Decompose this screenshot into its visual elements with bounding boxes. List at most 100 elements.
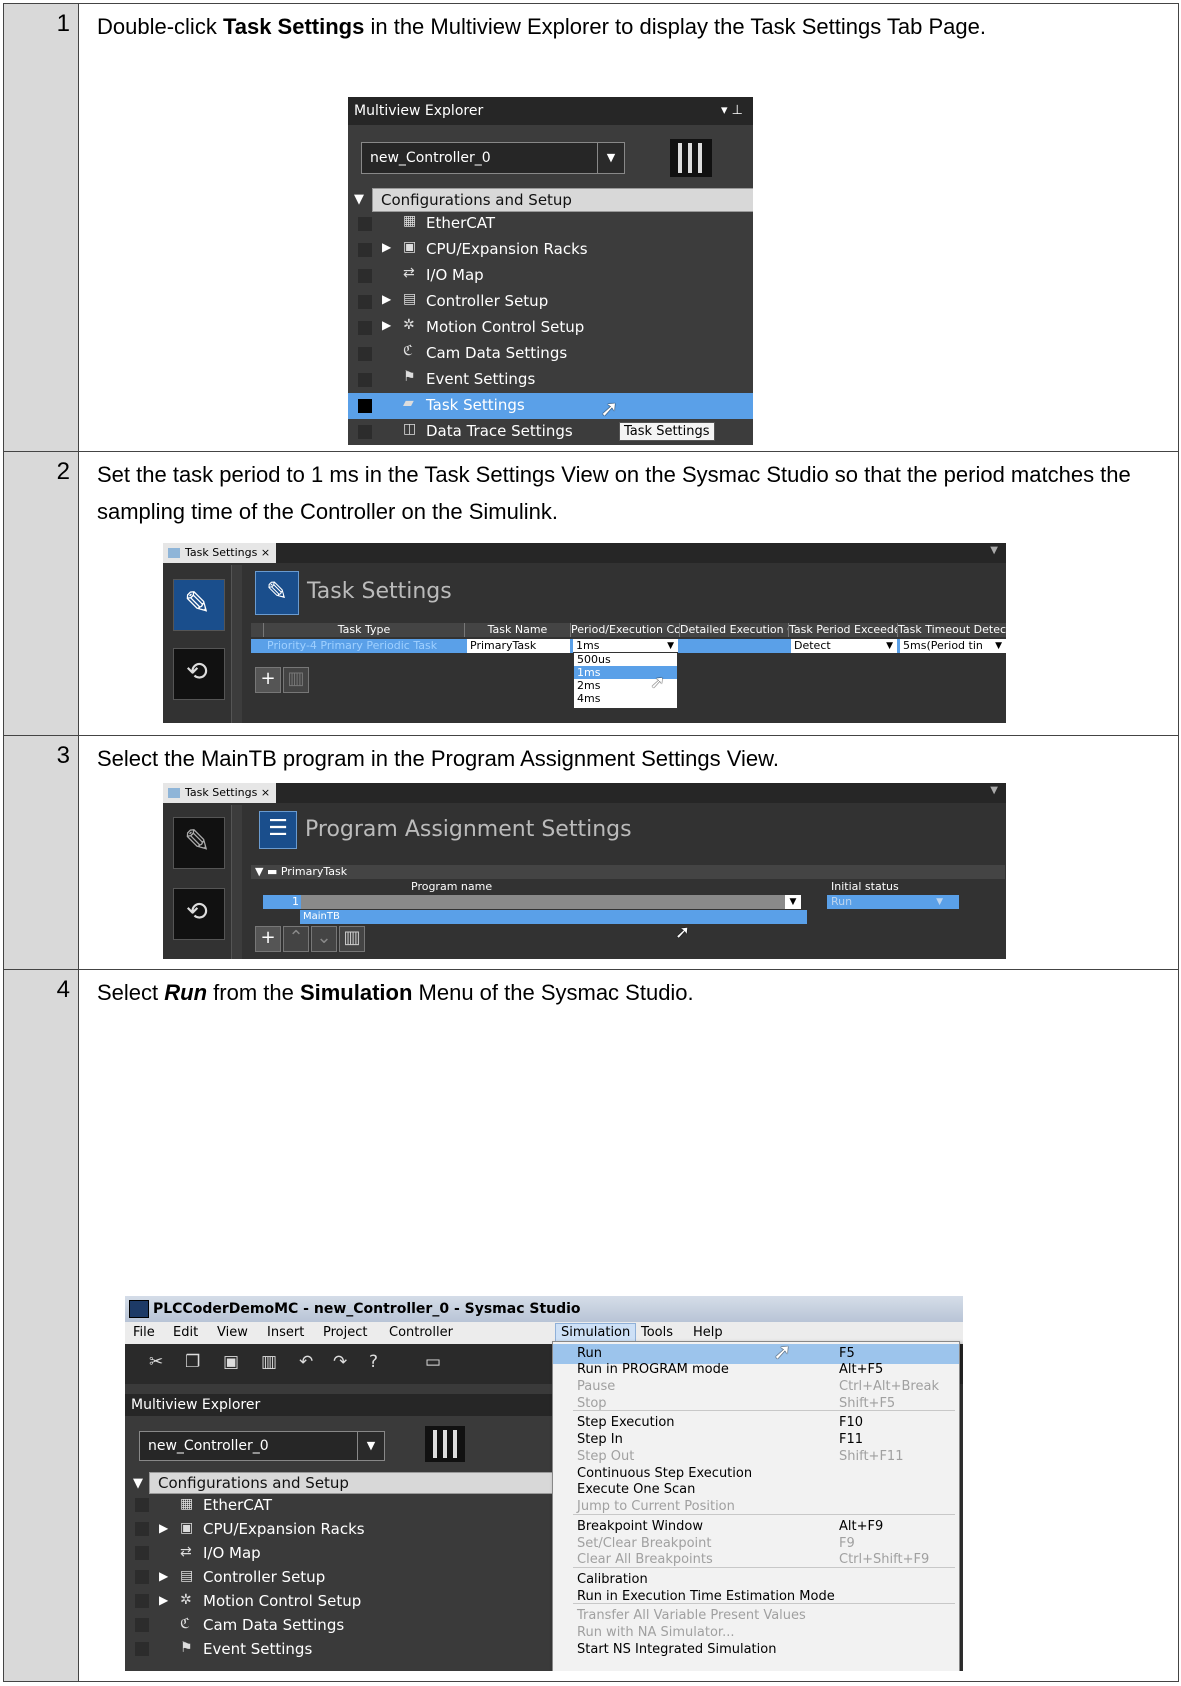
tree-item-cpu-racks[interactable]: ▶ ▣ CPU/Expansion Racks: [125, 1518, 555, 1540]
tree-item-controller-setup[interactable]: ▶ ▤ Controller Setup: [125, 1566, 555, 1588]
menu-item[interactable]: Run in Execution Time Estimation Mode: [553, 1587, 959, 1607]
timeout-select[interactable]: 5ms(Period tin ▼: [900, 639, 1006, 653]
menu-view[interactable]: View: [217, 1325, 248, 1340]
expand-icon[interactable]: ▶: [159, 1593, 168, 1607]
expand-triangle-icon[interactable]: ▼: [354, 192, 364, 207]
edit-pencil-button[interactable]: ✎: [173, 579, 225, 631]
expand-icon[interactable]: ▶: [382, 292, 391, 306]
tree-item-io-map[interactable]: ⇄ I/O Map: [348, 263, 753, 289]
step-number: 2: [56, 458, 70, 485]
program-option-maintb[interactable]: MainTB: [300, 910, 807, 924]
cam-icon: ℭ: [180, 1616, 190, 1632]
chevron-down-icon[interactable]: ▼: [990, 785, 998, 796]
menu-tools[interactable]: Tools: [641, 1325, 673, 1340]
tab-task-settings[interactable]: Task Settings ×: [163, 543, 277, 563]
tab-bar: Task Settings × ▼: [163, 543, 1006, 563]
trash-icon: ▥: [287, 668, 305, 689]
trash-icon: ▥: [343, 927, 361, 948]
menu-controller[interactable]: Controller: [389, 1325, 453, 1340]
chevron-down-icon[interactable]: ▼: [667, 639, 674, 653]
tree-item-cam-data[interactable]: ℭ Cam Data Settings: [348, 341, 753, 367]
tree-item-event-settings[interactable]: ⚑ Event Settings: [348, 367, 753, 393]
tab-task-settings[interactable]: Task Settings ×: [163, 783, 277, 803]
tree-item-controller-setup[interactable]: ▶ ▤ Controller Setup: [348, 289, 753, 315]
menu-file[interactable]: File: [133, 1325, 155, 1340]
chevron-down-icon[interactable]: ▼: [936, 895, 943, 909]
vertical-scrollbar[interactable]: [231, 565, 242, 723]
move-up-button[interactable]: ⌃: [283, 926, 309, 952]
copy-icon[interactable]: ❐: [185, 1352, 200, 1372]
period-exceeded-select[interactable]: Detect ▼: [791, 639, 897, 653]
tree-item-event-settings[interactable]: ⚑ Event Settings: [125, 1638, 555, 1660]
expand-icon[interactable]: ▶: [382, 240, 391, 254]
dropdown-option[interactable]: 500us: [574, 653, 677, 666]
tree-item-ethercat[interactable]: ▦ EtherCAT: [348, 211, 753, 237]
help-icon[interactable]: ?: [369, 1352, 378, 1372]
add-button[interactable]: +: [255, 667, 281, 693]
io-map-icon: ⇄: [180, 1544, 192, 1560]
tree-item-motion-control[interactable]: ▶ ✲ Motion Control Setup: [348, 315, 753, 341]
expand-triangle-icon[interactable]: ▼: [133, 1476, 143, 1491]
tooltip: Task Settings: [619, 422, 715, 441]
chevron-down-icon[interactable]: ▼: [990, 545, 998, 556]
chevron-down-icon[interactable]: ▼: [886, 639, 893, 653]
move-down-button[interactable]: ⌄: [311, 926, 337, 952]
program-assignment-button[interactable]: ⟲: [173, 648, 225, 700]
add-button[interactable]: +: [255, 926, 281, 952]
menu-help[interactable]: Help: [693, 1325, 723, 1340]
simulation-menu-screenshot: PLCCoderDemoMC - new_Controller_0 - Sysm…: [125, 1296, 963, 1671]
tree-item-ethercat[interactable]: ▦ EtherCAT: [125, 1494, 555, 1516]
tree-item-motion-control[interactable]: ▶ ✲ Motion Control Setup: [125, 1590, 555, 1612]
tree-item-task-settings[interactable]: ▰ Task Settings: [348, 393, 753, 419]
mouse-cursor-icon: ➚: [600, 397, 619, 422]
initial-status-select[interactable]: Run ▼: [827, 895, 959, 909]
chevron-down-icon[interactable]: ▼: [785, 895, 801, 909]
delete-button[interactable]: ▥: [283, 667, 309, 693]
pin-icon[interactable]: ▾ ⊥: [721, 97, 743, 125]
program-name-select[interactable]: ▼: [301, 895, 801, 909]
controller-select[interactable]: new_Controller_0 ▼: [139, 1431, 385, 1461]
cut-icon[interactable]: ✂: [149, 1352, 163, 1372]
tree-root-configurations[interactable]: Configurations and Setup: [149, 1472, 562, 1494]
undo-icon[interactable]: ↶: [299, 1352, 313, 1372]
paste-icon[interactable]: ▣: [223, 1352, 239, 1372]
window-icon[interactable]: ▭: [425, 1352, 441, 1372]
expand-icon[interactable]: ▶: [159, 1521, 168, 1535]
chevron-down-icon[interactable]: ▼: [597, 143, 624, 173]
menu-item[interactable]: Clear All Breakpoints Ctrl+Shift+F9: [553, 1550, 959, 1570]
redo-icon[interactable]: ↷: [333, 1352, 347, 1372]
expand-triangle-icon[interactable]: ▼ ▬: [255, 865, 281, 878]
edit-pencil-button[interactable]: ✎: [173, 817, 225, 869]
tree-item-io-map[interactable]: ⇄ I/O Map: [125, 1542, 555, 1564]
app-icon: [129, 1300, 149, 1318]
rack-icon: ▣: [180, 1520, 194, 1536]
rack-icon: ▣: [403, 239, 417, 255]
menu-item[interactable]: Start NS Integrated Simulation: [553, 1640, 959, 1660]
menu-insert[interactable]: Insert: [267, 1325, 304, 1340]
controller-select[interactable]: new_Controller_0 ▼: [361, 142, 625, 174]
task-group-header[interactable]: ▼ ▬ PrimaryTask: [251, 865, 1005, 879]
tree-root-configurations[interactable]: Configurations and Setup: [372, 188, 753, 212]
program-icon: ⟲: [186, 897, 208, 927]
menu-item[interactable]: Jump to Current Position: [553, 1497, 959, 1517]
menu-edit[interactable]: Edit: [173, 1325, 198, 1340]
expand-icon[interactable]: ▶: [382, 318, 391, 332]
program-assignment-button[interactable]: ⟲: [173, 888, 225, 940]
delete-button[interactable]: ▥: [339, 926, 365, 952]
step-number: 3: [56, 742, 70, 769]
period-select[interactable]: 1ms ▼: [573, 639, 678, 653]
tree-item-cam-data[interactable]: ℭ Cam Data Settings: [125, 1614, 555, 1636]
task-name-cell[interactable]: PrimaryTask: [467, 639, 570, 653]
delete-icon[interactable]: ▥: [261, 1352, 277, 1372]
chevron-down-icon[interactable]: ▼: [995, 639, 1002, 653]
vertical-scrollbar[interactable]: [231, 805, 242, 959]
menu-simulation[interactable]: Simulation: [555, 1323, 637, 1343]
menu-item[interactable]: Stop Shift+F5: [553, 1394, 959, 1414]
menu-project[interactable]: Project: [323, 1325, 367, 1340]
dropdown-option[interactable]: 4ms: [574, 692, 677, 705]
tree-item-cpu-racks[interactable]: ▶ ▣ CPU/Expansion Racks: [348, 237, 753, 263]
chevron-down-icon[interactable]: ▼: [357, 1432, 384, 1460]
pencil-icon: ✎: [184, 584, 211, 622]
pencil-icon: ✎: [184, 822, 211, 860]
expand-icon[interactable]: ▶: [159, 1569, 168, 1583]
